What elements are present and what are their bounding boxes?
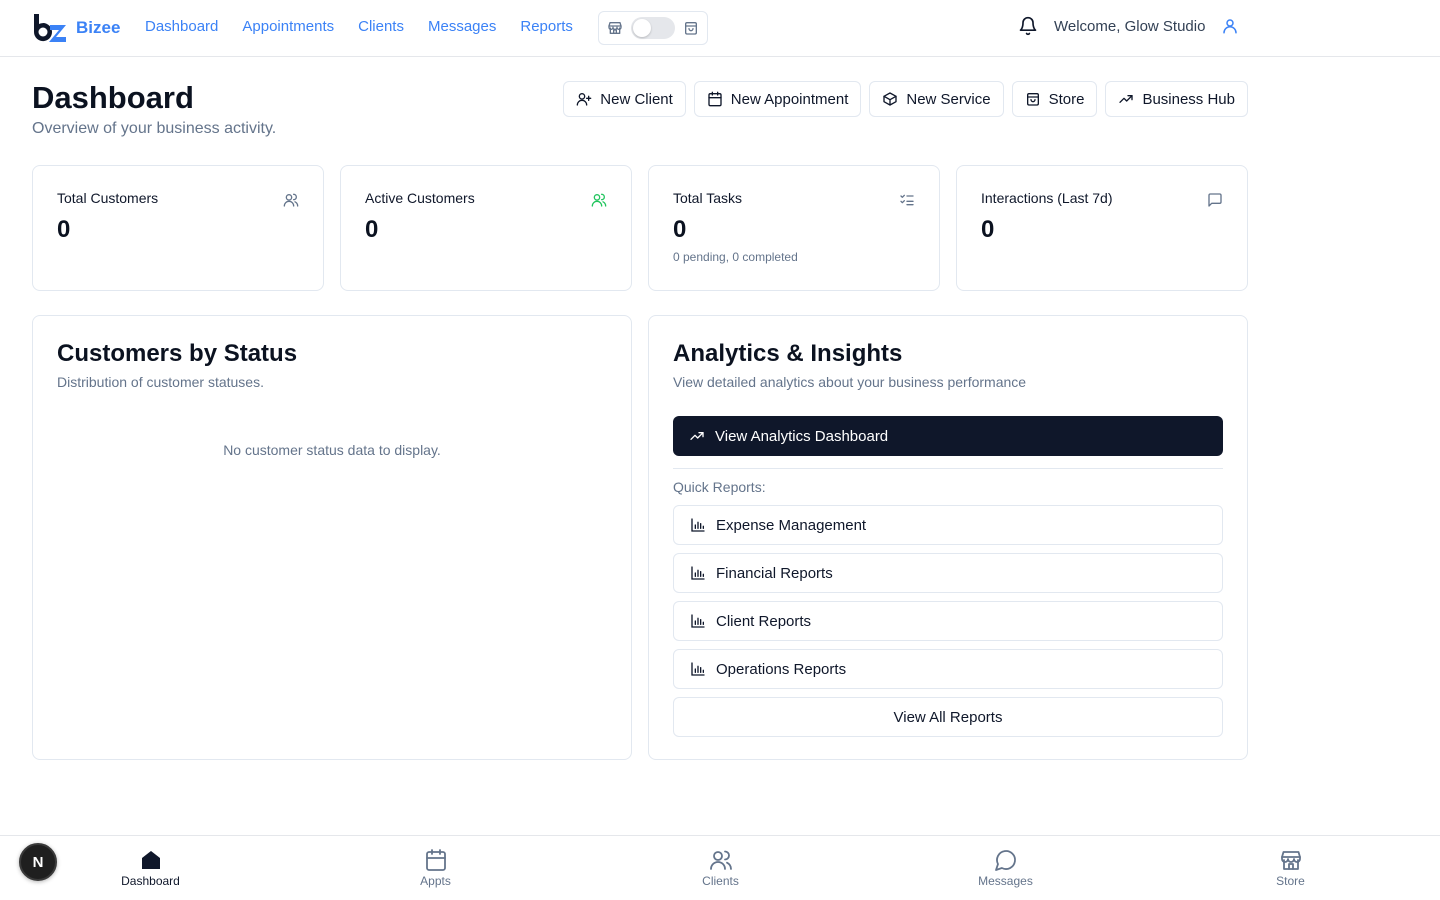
nav-messages[interactable]: Messages [428,18,496,35]
bottom-nav-clients[interactable]: Clients [578,836,863,900]
stat-note: 0 pending, 0 completed [673,250,798,264]
report-operations[interactable]: Operations Reports [673,649,1223,689]
bar-chart-icon [691,662,705,676]
panel-title: Customers by Status [57,340,298,367]
nav-appointments[interactable]: Appointments [242,18,334,35]
page-subtitle: Overview of your business activity. [32,120,277,137]
message-icon [1208,193,1222,207]
stat-value: 0 [57,216,71,243]
bar-chart-icon [691,518,705,532]
report-label: Operations Reports [716,660,847,678]
new-client-label: New Client [600,90,673,108]
report-expense-management[interactable]: Expense Management [673,505,1223,545]
message-circle-icon [994,850,1016,871]
trending-up-icon [690,432,704,440]
toggle-knob [633,19,651,37]
store-icon [1280,851,1301,870]
quick-reports-list: Expense Management Financial Reports Cli… [673,505,1223,737]
new-client-button[interactable]: New Client [563,81,686,117]
stat-value: 0 [981,216,995,243]
bottom-nav-label: Appts [420,874,451,888]
welcome-text: Welcome, Glow Studio [1054,17,1206,35]
nav-clients[interactable]: Clients [358,18,404,35]
stat-label: Interactions (Last 7d) [981,190,1113,206]
bottom-nav-messages[interactable]: Messages [863,836,1148,900]
report-label: Expense Management [716,516,867,534]
analytics-panel: Analytics & Insights View detailed analy… [648,315,1248,760]
users-icon [709,850,732,870]
bottom-nav-store[interactable]: Store [1148,836,1433,900]
bottom-nav: Dashboard Appts Clients Messages Store [0,835,1440,900]
store-mode-switch [598,11,708,45]
user-area: Welcome, Glow Studio [1018,16,1239,36]
mode-toggle[interactable] [631,17,675,39]
bell-icon[interactable] [1018,16,1038,36]
stat-label: Total Tasks [673,190,742,206]
bottom-nav-label: Store [1276,874,1305,888]
stat-card-total-customers: Total Customers 0 [32,165,324,291]
quick-reports-label: Quick Reports: [673,479,766,495]
calendar-icon [425,849,446,871]
panel-subtitle: Distribution of customer statuses. [57,374,264,390]
new-service-label: New Service [906,90,991,108]
panel-subtitle: View detailed analytics about your busin… [673,374,1027,390]
user-icon[interactable] [1221,17,1239,35]
store-icon [608,22,622,34]
stat-value: 0 [365,216,379,243]
stat-card-active-customers: Active Customers 0 [340,165,632,291]
business-hub-button[interactable]: Business Hub [1105,81,1248,117]
package-icon [883,92,898,106]
new-appointment-button[interactable]: New Appointment [693,81,862,117]
view-analytics-label: View Analytics Dashboard [715,427,889,445]
bar-chart-icon [691,566,705,580]
header-actions: New Client New Appointment New Service S… [563,81,1248,117]
stat-card-interactions: Interactions (Last 7d) 0 [956,165,1248,291]
panel-title: Analytics & Insights [673,340,903,367]
report-client[interactable]: Client Reports [673,601,1223,641]
report-label: Financial Reports [716,564,833,582]
users-check-icon [591,193,607,207]
top-navbar: Bizee Dashboard Appointments Clients Mes… [0,0,1440,57]
bottom-nav-appts[interactable]: Appts [293,836,578,900]
stats-row: Total Customers 0 Active Customers 0 Tot… [32,165,1248,291]
view-analytics-button[interactable]: View Analytics Dashboard [673,416,1223,456]
trending-up-icon [1119,95,1134,103]
nav-dashboard[interactable]: Dashboard [145,18,218,35]
business-hub-label: Business Hub [1142,90,1235,108]
dev-tools-badge[interactable]: N [19,843,57,881]
store-label: Store [1048,90,1085,108]
bottom-nav-label: Clients [702,874,739,888]
divider [673,468,1223,469]
bizee-logo-icon [33,14,66,42]
stat-card-total-tasks: Total Tasks 0 0 pending, 0 completed [648,165,940,291]
customers-by-status-panel: Customers by Status Distribution of cust… [32,315,632,760]
stat-value: 0 [673,216,687,243]
bottom-nav-label: Dashboard [121,874,180,888]
page-title: Dashboard [32,80,194,115]
view-all-reports-label: View All Reports [893,708,1003,726]
report-label: Client Reports [716,612,812,630]
new-appointment-label: New Appointment [730,90,849,108]
stat-label: Active Customers [365,190,475,206]
empty-state-message: No customer status data to display. [223,442,441,458]
shopping-bag-icon [1026,93,1039,106]
shopping-bag-icon [685,22,697,35]
user-plus-icon [576,93,592,106]
report-financial[interactable]: Financial Reports [673,553,1223,593]
users-icon [283,193,299,207]
view-all-reports-button[interactable]: View All Reports [673,697,1223,737]
bar-chart-icon [691,614,705,628]
bottom-nav-label: Messages [978,874,1033,888]
home-icon [141,851,160,869]
stat-label: Total Customers [57,190,159,206]
calendar-icon [708,91,722,107]
store-button[interactable]: Store [1011,81,1098,117]
brand-logo[interactable]: Bizee [32,12,120,44]
checklist-icon [900,194,914,206]
main-nav: Dashboard Appointments Clients Messages … [145,18,573,35]
nav-reports[interactable]: Reports [520,18,573,35]
brand-name: Bizee [76,18,121,37]
new-service-button[interactable]: New Service [869,81,1004,117]
